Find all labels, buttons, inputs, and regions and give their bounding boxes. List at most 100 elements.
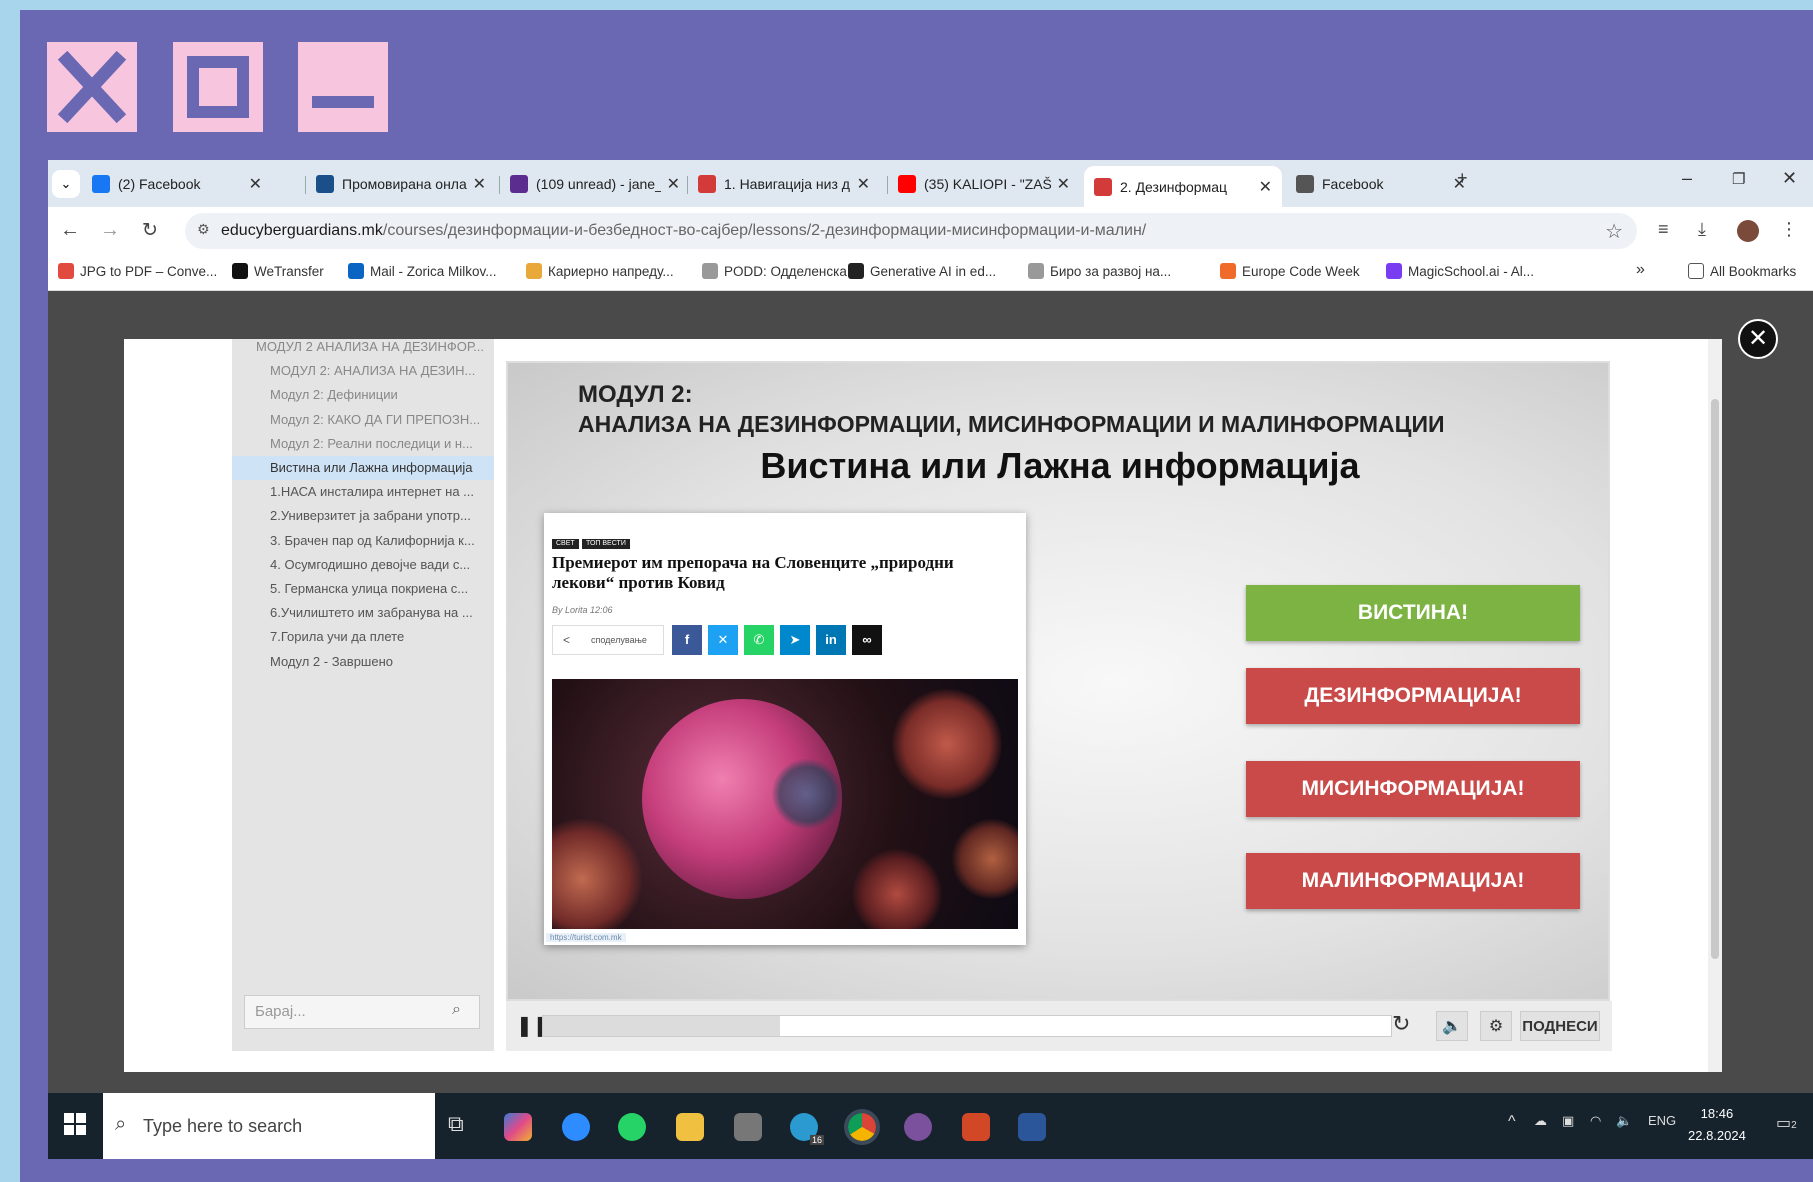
copilot-icon[interactable] [504, 1113, 532, 1141]
tab-7[interactable]: Facebook ✕ [1286, 166, 1476, 202]
bookmark-icon [58, 263, 74, 279]
sidebar-lesson-item[interactable]: 3. Брачен пар од Калифорнија к... [232, 529, 494, 553]
back-button[interactable]: ← [60, 219, 80, 242]
tab-close-icon[interactable]: ✕ [249, 174, 262, 194]
menu-kebab-icon[interactable]: ⋮ [1780, 219, 1798, 240]
answer-button[interactable]: ВИСТИНА! [1246, 585, 1580, 641]
window-maximize-icon[interactable] [173, 42, 263, 132]
sidebar-lesson-item[interactable]: 6.Училиштето им забранува на ... [232, 601, 494, 625]
sidebar-lesson-item[interactable]: Модул 2: КАКО ДА ГИ ПРЕПОЗН... [232, 408, 494, 432]
viber-icon[interactable] [904, 1113, 932, 1141]
sidebar-lesson-item[interactable]: 7.Горила учи да плете [232, 625, 494, 649]
media-control-icon[interactable]: ≡ [1658, 219, 1669, 240]
chrome-icon[interactable] [844, 1109, 880, 1145]
bookmark-item[interactable]: Generative AI in ed... [848, 263, 996, 279]
reload-button[interactable]: ↻ [142, 219, 158, 242]
bookmarks-more-button[interactable]: » [1636, 261, 1645, 279]
taskbar-search-input[interactable]: ⌕ Type here to search [103, 1093, 435, 1159]
new-tab-button[interactable]: + [1457, 168, 1468, 189]
sidebar-lesson-item[interactable]: 4. Осумгодишно девојче вади с... [232, 553, 494, 577]
sidebar-lesson-item[interactable]: Вистина или Лажна информација [232, 456, 494, 480]
sidebar-lesson-item[interactable]: 2.Универзитет ја забрани употр... [232, 504, 494, 528]
replay-icon[interactable]: ↻ [1392, 1011, 1410, 1037]
bookmark-item[interactable]: MagicSchool.ai - Al... [1386, 263, 1534, 279]
sidebar-lesson-item[interactable]: МОДУЛ 2 АНАЛИЗА НА ДЕЗИНФОР... [232, 335, 494, 359]
bookmark-item[interactable]: WeTransfer [232, 263, 324, 279]
tray-monitor-icon[interactable]: ▣ [1562, 1113, 1574, 1129]
bookmark-item[interactable]: Кариерно напреду... [526, 263, 674, 279]
tab-separator [887, 176, 888, 194]
sidebar-lesson-item[interactable]: Модул 2: Реални последици и н... [232, 432, 494, 456]
volume-icon[interactable]: 🔈 [1436, 1011, 1468, 1041]
edge-icon[interactable]: 16 [790, 1113, 824, 1145]
answer-button[interactable]: ДЕЗИНФОРМАЦИЈА! [1246, 668, 1580, 724]
sidebar-lesson-item[interactable]: 5. Германска улица покриена с... [232, 577, 494, 601]
usb-drive-icon[interactable] [734, 1113, 762, 1141]
file-explorer-icon[interactable] [676, 1113, 704, 1141]
sidebar-lesson-item[interactable]: Модул 2: Дефиниции [232, 383, 494, 407]
tab-5[interactable]: (35) KALIOPI - "ZAŠT ✕ [888, 166, 1080, 202]
tray-chevron-icon[interactable]: ^ [1508, 1113, 1516, 1131]
notifications-icon[interactable]: ▭2 [1776, 1113, 1797, 1133]
bookmark-icon [702, 263, 718, 279]
zoom-icon[interactable] [562, 1113, 590, 1141]
progress-bar[interactable] [542, 1015, 1392, 1037]
bookmark-item[interactable]: Mail - Zorica Milkov... [348, 263, 497, 279]
tab-3[interactable]: (109 unread) - jane_ ✕ [500, 166, 690, 202]
tab-close-icon[interactable]: ✕ [1259, 177, 1272, 197]
forward-button[interactable]: → [100, 219, 120, 242]
answer-button[interactable]: МАЛИНФОРМАЦИЈА! [1246, 853, 1580, 909]
powerpoint-icon[interactable] [962, 1113, 990, 1141]
tray-wifi-icon[interactable]: ◠ [1590, 1113, 1601, 1129]
download-icon[interactable]: ⤓ [1698, 219, 1706, 240]
sidebar-search-input[interactable]: Барај... [244, 995, 480, 1029]
search-icon[interactable]: ⌕ [452, 1001, 461, 1019]
site-info-icon[interactable]: ⚙ [197, 221, 210, 238]
submit-button[interactable]: ПОДНЕСИ [1520, 1011, 1600, 1041]
lightbox-close-button[interactable]: ✕ [1738, 319, 1778, 359]
sidebar-lesson-item[interactable]: 1.НАСА инсталира интернет на ... [232, 480, 494, 504]
tab-6[interactable]: 2. Дезинформац ✕ [1084, 166, 1282, 207]
tab-search-icon[interactable]: ⌄ [52, 170, 80, 198]
profile-avatar[interactable] [1737, 220, 1759, 242]
tab-1[interactable]: (2) Facebook ✕ [82, 166, 272, 202]
tray-volume-icon[interactable]: 🔈 [1616, 1113, 1632, 1129]
taskbar-clock[interactable]: 18:46 22.8.2024 [1688, 1103, 1746, 1147]
window-close-icon[interactable] [47, 42, 137, 132]
bookmark-item[interactable]: PODD: Одделенска [702, 263, 847, 279]
article-tag: ТОП ВЕСТИ [582, 539, 630, 549]
star-icon[interactable]: ☆ [1605, 219, 1623, 244]
word-icon[interactable] [1018, 1113, 1046, 1141]
browser-minimize-icon[interactable]: – [1682, 168, 1692, 189]
all-bookmarks-button[interactable]: All Bookmarks [1688, 263, 1796, 279]
bookmark-item[interactable]: Биро за развој на... [1028, 263, 1171, 279]
tab-4[interactable]: 1. Навигација низ д ✕ [688, 166, 880, 202]
url-field[interactable]: ⚙ educyberguardians.mk/courses/дезинформ… [185, 213, 1637, 249]
browser-restore-icon[interactable]: ❐ [1732, 170, 1745, 188]
bookmark-item[interactable]: Europe Code Week [1220, 263, 1360, 279]
tab-2[interactable]: Промовирана онла ✕ [306, 166, 496, 202]
task-view-icon[interactable]: ⧉ [448, 1111, 464, 1137]
sidebar-lesson-item[interactable]: МОДУЛ 2: АНАЛИЗА НА ДЕЗИН... [232, 359, 494, 383]
tray-cloud-icon[interactable]: ☁ [1534, 1113, 1547, 1129]
bookmark-item[interactable]: JPG to PDF – Conve... [58, 263, 217, 279]
answer-button[interactable]: МИСИНФОРМАЦИЈА! [1246, 761, 1580, 817]
tab-close-icon[interactable]: ✕ [667, 174, 680, 194]
whatsapp-icon[interactable] [618, 1113, 646, 1141]
windows-start-icon[interactable] [64, 1113, 86, 1135]
bookmarks-bar: JPG to PDF – Conve... WeTransfer Mail - Zo… [48, 255, 1813, 291]
window-minimize-icon[interactable] [298, 42, 388, 132]
tab-title: (109 unread) - jane_ [536, 176, 661, 192]
settings-gear-icon[interactable]: ⚙ [1480, 1011, 1512, 1041]
address-bar-row: ← → ↻ ⚙ educyberguardians.mk/courses/дез… [48, 207, 1813, 255]
scrollbar[interactable] [1708, 339, 1722, 1072]
bookmark-icon [1220, 263, 1236, 279]
tray-language[interactable]: ENG [1648, 1113, 1676, 1128]
tab-close-icon[interactable]: ✕ [857, 174, 870, 194]
tab-close-icon[interactable]: ✕ [473, 174, 486, 194]
tab-close-icon[interactable]: ✕ [1057, 174, 1070, 194]
browser-close-icon[interactable]: ✕ [1782, 168, 1797, 189]
virus-image [552, 679, 1018, 929]
scrollbar-thumb[interactable] [1711, 399, 1719, 959]
sidebar-lesson-item[interactable]: Модул 2 - Завршено [232, 650, 494, 674]
